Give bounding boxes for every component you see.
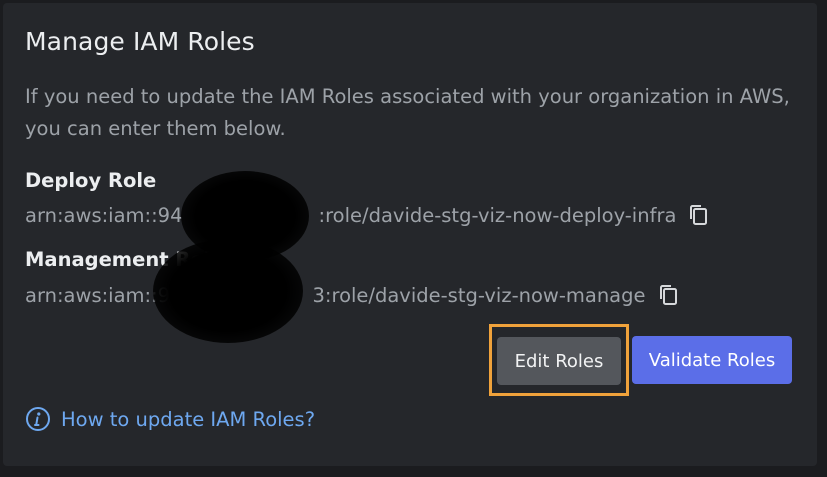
deploy-role-arn-prefix: arn:aws:iam::94	[25, 203, 183, 227]
info-icon	[25, 406, 51, 432]
management-role-arn-suffix: 3:role/davide-stg-viz-now-manage	[312, 283, 646, 307]
copy-icon[interactable]	[688, 203, 710, 227]
management-role-arn: arn:aws:iam::94 3:role/davide-stg-viz-now…	[25, 283, 680, 307]
panel-title: Manage IAM Roles	[25, 27, 255, 56]
deploy-role-arn: arn:aws:iam::94 :role/davide-stg-viz-now-…	[25, 203, 710, 227]
validate-roles-button[interactable]: Validate Roles	[632, 336, 792, 384]
help-link-text[interactable]: How to update IAM Roles?	[61, 408, 315, 431]
deploy-role-label: Deploy Role	[25, 169, 157, 192]
manage-iam-roles-panel: Manage IAM Roles If you need to update t…	[3, 3, 817, 466]
help-link[interactable]: How to update IAM Roles?	[25, 406, 315, 432]
redaction-mark	[153, 239, 303, 343]
copy-icon[interactable]	[658, 283, 680, 307]
panel-description: If you need to update the IAM Roles asso…	[25, 85, 790, 140]
deploy-role-arn-suffix: :role/davide-stg-viz-now-deploy-infra	[318, 203, 677, 227]
edit-roles-button[interactable]: Edit Roles	[497, 337, 621, 385]
